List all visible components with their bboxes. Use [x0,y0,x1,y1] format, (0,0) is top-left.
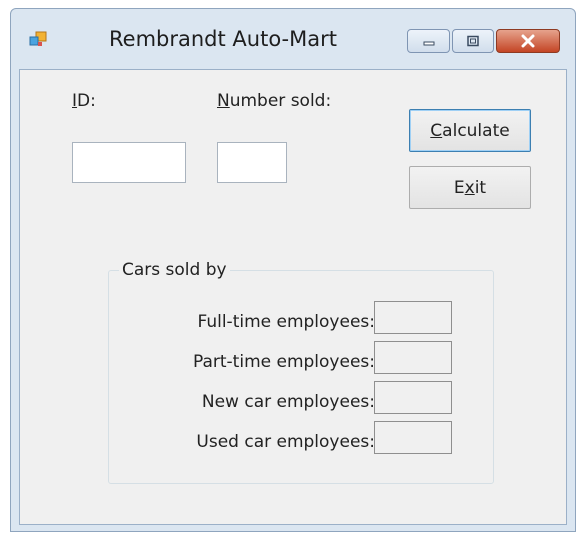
close-button[interactable] [496,29,560,53]
part-time-output [374,341,452,374]
id-label: ID: [72,91,96,111]
full-time-output [374,301,452,334]
full-time-label: Full-time employees: [197,312,375,332]
form-client-area: ID: Number sold: Calculate Ex it Cars sol… [19,69,567,525]
used-car-output [374,421,452,454]
used-car-label: Used car employees: [196,432,375,452]
close-icon [521,34,535,48]
part-time-label: Part-time employees: [192,352,375,372]
title-bar[interactable]: Rembrandt Auto-Mart [11,9,575,69]
cars-sold-by-group: Cars sold by Full-time employees: Part-t… [108,260,494,484]
id-input[interactable] [72,142,186,183]
maximize-icon [467,35,479,47]
window-title: Rembrandt Auto-Mart [109,27,337,51]
calculate-button[interactable]: Calculate [409,109,531,152]
group-title: Cars sold by [119,260,230,280]
maximize-button[interactable] [452,29,494,53]
new-car-output [374,381,452,414]
number-sold-label: Number sold: [217,91,332,111]
app-icon [29,31,47,46]
exit-button[interactable]: Ex it [409,166,531,209]
minimize-icon [423,41,434,46]
number-sold-input[interactable] [217,142,287,183]
app-window: Rembrandt Auto-Mart ID: Number sold: Cal… [10,8,576,532]
minimize-button[interactable] [407,29,450,53]
new-car-label: New car employees: [201,392,375,412]
